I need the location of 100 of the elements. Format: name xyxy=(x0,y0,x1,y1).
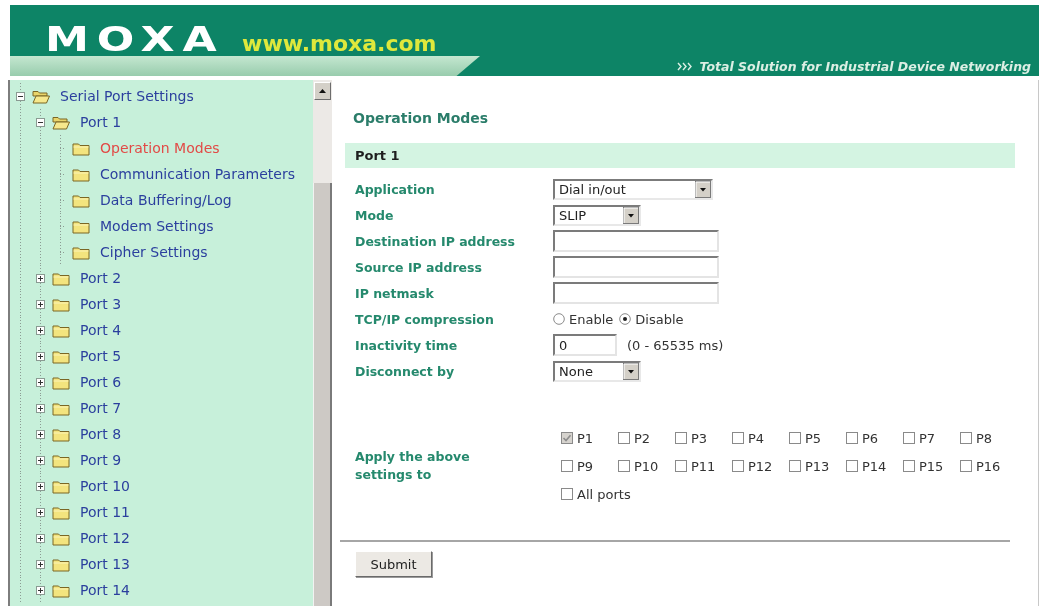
expander-icon[interactable] xyxy=(36,559,45,569)
input-field[interactable]: 0 xyxy=(553,334,617,356)
tree-item[interactable]: Serial Port Settings xyxy=(60,87,194,105)
expander-icon[interactable] xyxy=(36,585,45,595)
tree-item[interactable]: Port 14 xyxy=(80,581,131,599)
expander-icon[interactable] xyxy=(36,351,45,361)
checkbox-label[interactable]: P7 xyxy=(919,430,936,446)
folder-icon xyxy=(52,296,70,312)
input-field[interactable] xyxy=(553,230,719,252)
checkbox-label[interactable]: P5 xyxy=(805,430,822,446)
dropdown[interactable]: None xyxy=(553,360,641,382)
field-label: Inactivity time xyxy=(355,337,458,353)
dropdown[interactable]: SLIP xyxy=(553,204,641,226)
expander-icon[interactable] xyxy=(36,273,45,283)
tree-item[interactable]: Data Buffering/Log xyxy=(100,191,232,209)
tree-item[interactable]: Port 13 xyxy=(80,555,131,573)
field-label: Source IP address xyxy=(355,259,482,275)
checkbox[interactable] xyxy=(618,460,630,472)
checkbox-label[interactable]: P3 xyxy=(691,430,708,446)
scrollbar-thumb[interactable] xyxy=(313,183,332,606)
checkbox[interactable] xyxy=(789,460,801,472)
checkbox[interactable] xyxy=(846,432,858,444)
checkbox[interactable] xyxy=(960,432,972,444)
open-folder-icon xyxy=(32,88,50,104)
checkbox[interactable] xyxy=(675,460,687,472)
folder-icon xyxy=(52,556,70,572)
checkbox[interactable] xyxy=(561,488,573,500)
expander-icon[interactable] xyxy=(36,403,45,413)
field-label: Application xyxy=(355,181,435,197)
radio-label[interactable]: Disable xyxy=(635,311,684,327)
folder-icon xyxy=(52,504,70,520)
expander-icon[interactable] xyxy=(36,299,45,309)
checkbox-label[interactable]: P4 xyxy=(748,430,765,446)
checkbox[interactable] xyxy=(903,460,915,472)
tree-item[interactable]: Port 12 xyxy=(80,529,131,547)
folder-icon xyxy=(72,166,90,182)
checkbox-label[interactable]: P9 xyxy=(577,458,594,474)
caret-icon xyxy=(695,180,711,198)
checkbox[interactable] xyxy=(789,432,801,444)
scroll-up-button[interactable] xyxy=(314,82,331,100)
dropdown[interactable]: Dial in/out xyxy=(553,178,713,200)
checkbox[interactable] xyxy=(903,432,915,444)
caret-icon xyxy=(623,362,639,380)
checkbox-label[interactable]: P2 xyxy=(634,430,651,446)
checkbox[interactable] xyxy=(732,460,744,472)
expander-icon[interactable] xyxy=(36,325,45,335)
expander-icon[interactable] xyxy=(36,455,45,465)
open-folder-icon xyxy=(52,114,70,130)
folder-icon xyxy=(52,530,70,546)
expander-icon[interactable] xyxy=(36,481,45,491)
checkbox-label[interactable]: P8 xyxy=(976,430,993,446)
tree-item[interactable]: Port 11 xyxy=(80,503,131,521)
tree-item[interactable]: Port 10 xyxy=(80,477,131,495)
tree-item[interactable]: Port 6 xyxy=(80,373,122,391)
checkbox-label[interactable]: P10 xyxy=(634,458,659,474)
checkbox[interactable] xyxy=(846,460,858,472)
scrollbar[interactable] xyxy=(313,80,332,606)
checkbox-label[interactable]: P11 xyxy=(691,458,716,474)
checkbox[interactable] xyxy=(561,460,573,472)
tree-item[interactable]: Port 3 xyxy=(80,295,122,313)
section-header: Port 1 xyxy=(345,143,1015,168)
checkbox-label[interactable]: P6 xyxy=(862,430,879,446)
expander-icon[interactable] xyxy=(16,91,25,101)
folder-icon xyxy=(52,400,70,416)
radio-label[interactable]: Enable xyxy=(569,311,614,327)
submit-button[interactable]: Submit xyxy=(355,551,432,577)
expander-icon[interactable] xyxy=(36,429,45,439)
checkbox[interactable] xyxy=(675,432,687,444)
radio-button[interactable] xyxy=(553,313,565,325)
checkbox[interactable] xyxy=(960,460,972,472)
expander-icon[interactable] xyxy=(36,507,45,517)
tagline: Total Solution for Industrial Device Networking xyxy=(699,58,1031,74)
checkbox-label[interactable]: P13 xyxy=(805,458,830,474)
tree-item[interactable]: Port 2 xyxy=(80,269,122,287)
logo: MOXA xyxy=(45,22,225,56)
tree-item[interactable]: Port 8 xyxy=(80,425,122,443)
folder-icon xyxy=(52,426,70,442)
tree-item[interactable]: Port 1 xyxy=(80,113,122,131)
checkbox[interactable] xyxy=(618,432,630,444)
tree-item[interactable]: Modem Settings xyxy=(100,217,214,235)
input-field[interactable] xyxy=(553,282,719,304)
tree-item[interactable]: Communication Parameters xyxy=(100,165,295,183)
up-arrow-icon xyxy=(319,89,326,93)
checkbox[interactable] xyxy=(732,432,744,444)
tree-item[interactable]: Port 5 xyxy=(80,347,122,365)
tree-item[interactable]: Cipher Settings xyxy=(100,243,208,261)
tree-item[interactable]: Port 7 xyxy=(80,399,122,417)
checkbox-label[interactable]: P15 xyxy=(919,458,944,474)
expander-icon[interactable] xyxy=(36,377,45,387)
checkbox-label[interactable]: P16 xyxy=(976,458,1001,474)
tree-item[interactable]: Port 9 xyxy=(80,451,122,469)
tree-item[interactable]: Port 4 xyxy=(80,321,122,339)
expander-icon[interactable] xyxy=(36,117,45,127)
expander-icon[interactable] xyxy=(36,533,45,543)
checkbox-label[interactable]: P14 xyxy=(862,458,887,474)
input-field[interactable] xyxy=(553,256,719,278)
folder-icon xyxy=(52,348,70,364)
checkbox-label[interactable]: All ports xyxy=(577,486,631,502)
checkbox-label[interactable]: P12 xyxy=(748,458,773,474)
radio-button[interactable] xyxy=(619,313,632,325)
